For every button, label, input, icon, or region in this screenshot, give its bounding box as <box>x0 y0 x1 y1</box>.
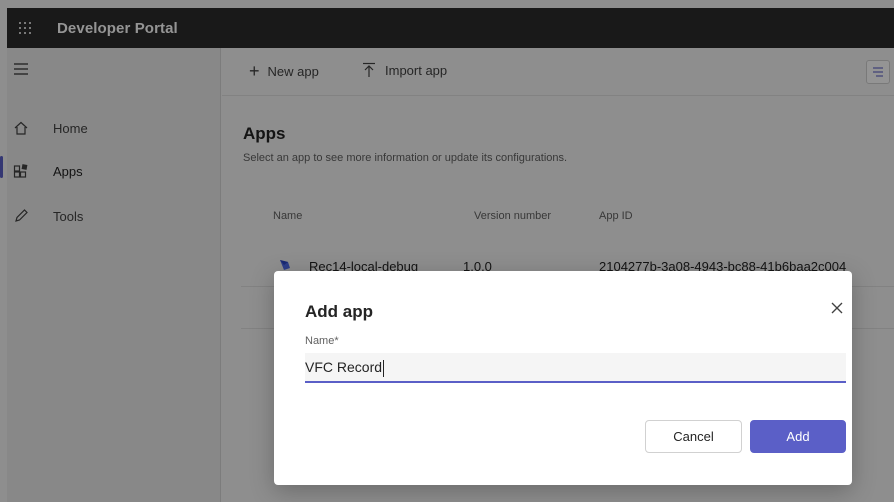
text-caret <box>383 359 385 377</box>
add-app-dialog: Add app Name* VFC Record Cancel Add <box>274 271 852 485</box>
add-button[interactable]: Add <box>750 420 846 453</box>
dialog-title: Add app <box>305 302 373 321</box>
cancel-button[interactable]: Cancel <box>645 420 742 453</box>
name-input[interactable] <box>305 353 846 383</box>
name-field-label: Name* <box>305 335 339 347</box>
name-input-value-wrap: VFC Record <box>305 359 385 377</box>
name-input-value: VFC Record <box>305 359 383 375</box>
close-icon[interactable] <box>830 301 844 315</box>
